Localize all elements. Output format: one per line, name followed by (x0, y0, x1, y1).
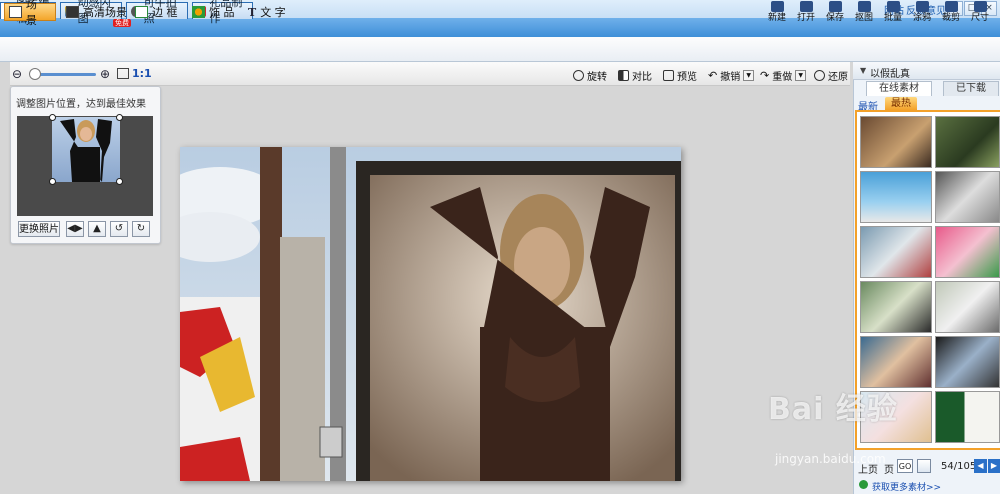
undo-dropdown-icon[interactable]: ▼ (743, 70, 755, 81)
hd-scene-tool[interactable]: 高清场景 (62, 3, 131, 21)
tool-label: 饰 品 (209, 6, 235, 19)
rotate-left-icon: ↺ (114, 223, 124, 234)
preview-button[interactable]: 预览 (663, 68, 697, 83)
flip-horizontal-button[interactable]: ◀▶ (66, 221, 84, 237)
rotate-icon (573, 70, 584, 81)
preview-icon (663, 70, 674, 81)
batch-button[interactable]: 批量 (880, 1, 906, 23)
baidu-watermark-url: jingyan.baidu.com (775, 452, 886, 466)
tab-online-materials[interactable]: 在线素材 (866, 81, 932, 96)
photo-canvas[interactable] (180, 147, 681, 481)
undo-button[interactable]: ↶ 撤销 ▼ (708, 68, 755, 83)
material-thumbnail[interactable] (860, 281, 932, 333)
rotate-button[interactable]: 旋转 (573, 68, 607, 83)
scene-tool[interactable]: 场 景 (4, 0, 56, 27)
page-go-button[interactable]: GO (897, 459, 913, 473)
cutout-icon (857, 1, 871, 12)
restore-icon (814, 70, 825, 81)
panel-hint: 调整图片位置，达到最佳效果 (16, 99, 146, 110)
tool-label: 场 景 (25, 0, 37, 27)
material-thumbnail[interactable] (935, 336, 1000, 388)
material-thumbnail[interactable] (860, 116, 932, 168)
material-panel-title: 以假乱真 (870, 69, 910, 80)
flip-vertical-icon: ▲ (93, 223, 101, 234)
next-page-button[interactable]: ▶ (988, 459, 1000, 473)
redo-icon: ↷ (760, 69, 770, 82)
material-thumbnail[interactable] (860, 226, 932, 278)
zoom-in-icon[interactable]: ⊕ (100, 67, 110, 81)
open-button[interactable]: 打开 (793, 1, 819, 23)
resize-button[interactable]: 尺寸 (967, 1, 993, 23)
rotate-left-button[interactable]: ↺ (110, 221, 128, 237)
scene-icon (9, 6, 22, 18)
frame-tool[interactable]: 边 框 (131, 3, 182, 21)
collapse-arrow-icon[interactable]: ▼ (860, 66, 866, 75)
actual-size-button[interactable]: 1:1 (132, 67, 152, 80)
batch-icon (886, 1, 900, 12)
accessory-tool[interactable]: 饰 品 (188, 3, 239, 21)
undo-icon: ↶ (708, 69, 718, 82)
restore-button[interactable]: 还原 (814, 68, 848, 83)
material-thumbnail[interactable] (860, 171, 932, 223)
material-thumbnail[interactable] (935, 391, 1000, 443)
billboard-scene-image (180, 147, 681, 481)
tool-label: 边 框 (152, 6, 178, 19)
resize-icon (973, 1, 987, 12)
frame-icon (135, 6, 148, 18)
save-button[interactable]: 保存 (822, 1, 848, 23)
crop-handle-top-right[interactable] (116, 114, 123, 121)
new-button[interactable]: 新建 (764, 1, 790, 23)
preview-photo-thumbnail[interactable] (52, 117, 120, 182)
crop-icon (944, 1, 958, 12)
tab-downloaded[interactable]: 已下载 (943, 81, 999, 96)
zoom-out-icon[interactable]: ⊖ (12, 67, 22, 81)
crop-button[interactable]: 裁剪 (938, 1, 964, 23)
material-thumbnail[interactable] (935, 116, 1000, 168)
baidu-watermark: Bai 经验 (768, 392, 898, 427)
subtab-hottest[interactable]: 最热 (885, 97, 917, 110)
new-icon (770, 1, 784, 12)
tool-label: 高清场景 (83, 6, 127, 19)
crop-handle-top-left[interactable] (49, 114, 56, 121)
material-thumbnail[interactable] (935, 226, 1000, 278)
doodle-icon (915, 1, 929, 12)
fit-window-icon[interactable] (117, 68, 129, 79)
material-thumbnail[interactable] (935, 171, 1000, 223)
compare-icon (618, 70, 629, 81)
redo-dropdown-icon[interactable]: ▼ (795, 70, 807, 81)
crop-handle-bottom-right[interactable] (116, 178, 123, 185)
rotate-right-button[interactable]: ↻ (132, 221, 150, 237)
folder-icon (799, 1, 813, 12)
text-tool[interactable]: T 文 字 (244, 3, 290, 21)
replace-photo-button[interactable]: 更换照片 (18, 221, 60, 237)
more-materials-link[interactable]: 获取更多素材>> (872, 480, 941, 493)
text-icon: T (248, 5, 257, 19)
redo-button[interactable]: ↷ 重做 ▼ (760, 68, 807, 83)
prev-page-button[interactable]: ◀ (974, 459, 987, 473)
cutout-button[interactable]: 抠图 (851, 1, 877, 23)
hd-scene-icon (66, 6, 79, 18)
accessory-icon (192, 6, 205, 18)
rotate-right-icon: ↻ (136, 223, 146, 234)
save-icon (828, 1, 842, 12)
flip-vertical-button[interactable]: ▲ (88, 221, 106, 237)
doodle-button[interactable]: 涂鸦 (909, 1, 935, 23)
material-thumbnail[interactable] (935, 281, 1000, 333)
flip-horizontal-icon: ◀▶ (67, 223, 83, 234)
toolbar (0, 37, 1000, 62)
material-thumbnail[interactable] (860, 336, 932, 388)
download-icon (859, 480, 868, 489)
crop-handle-bottom-left[interactable] (49, 178, 56, 185)
page-indicator: 54/105 (941, 461, 977, 472)
tool-label: 文 字 (260, 6, 286, 19)
compare-button[interactable]: 对比 (618, 68, 652, 83)
refresh-icon[interactable] (917, 459, 931, 473)
